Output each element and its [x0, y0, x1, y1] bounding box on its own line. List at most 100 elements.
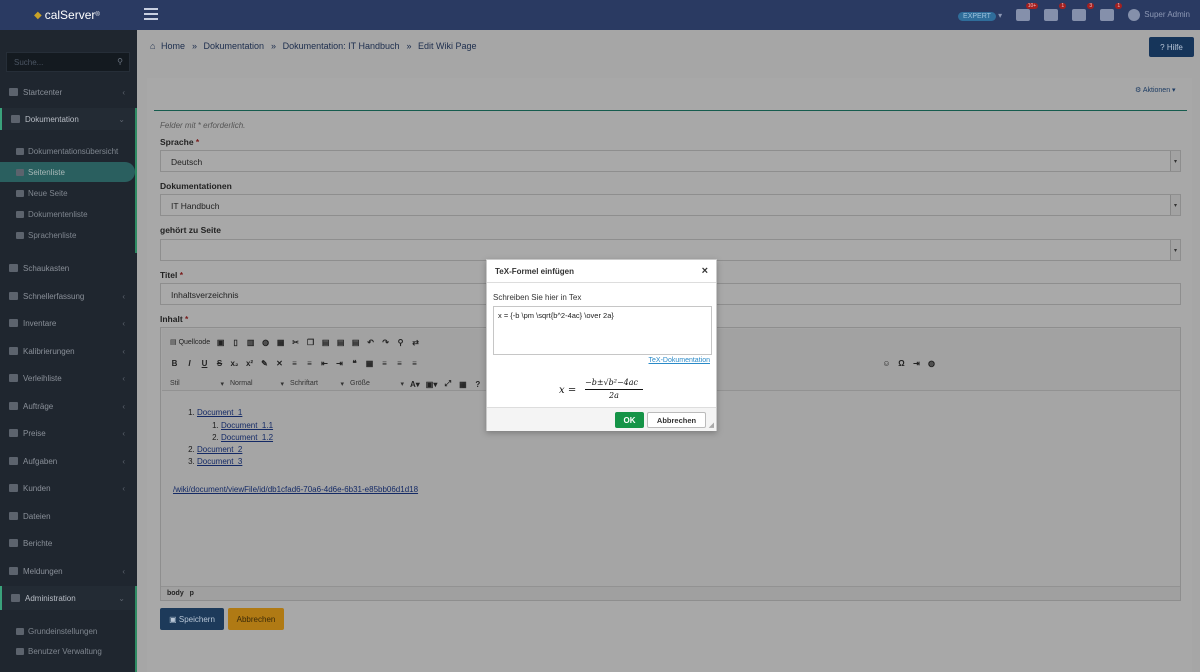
superscript-icon[interactable]: x²	[245, 359, 254, 368]
aktionen-dropdown[interactable]: ⚙ Aktionen ▾	[1135, 86, 1176, 94]
maximize-icon[interactable]: ⤢	[443, 379, 452, 389]
subscript-icon[interactable]: x₂	[230, 359, 239, 368]
sidebar-sub-neue-seite[interactable]: Neue Seite	[0, 186, 137, 200]
sidebar-item-dateien[interactable]: Dateien	[0, 508, 137, 524]
font-select[interactable]: Schriftart ▾	[290, 380, 344, 388]
editor-content[interactable]: Document_1 Document_1.1 Document_1.2 Doc…	[173, 408, 273, 469]
parent-page-select[interactable]: ▾	[160, 239, 1181, 261]
align-right-icon[interactable]: ≡	[410, 359, 419, 368]
bullet-list-icon[interactable]: ≡	[305, 359, 314, 368]
close-icon[interactable]: ×	[702, 265, 708, 277]
dokumentationen-select[interactable]: IT Handbuch ▾	[160, 194, 1181, 216]
align-left-icon[interactable]: ≡	[380, 359, 389, 368]
sidebar-item-preise[interactable]: Preise ‹	[0, 425, 137, 441]
cut-icon[interactable]: ✂	[291, 338, 300, 347]
div-icon[interactable]: ▦	[365, 359, 374, 368]
sidebar-item-startcenter[interactable]: Startcenter ‹	[0, 84, 137, 100]
text-color-icon[interactable]: A▾	[410, 380, 420, 389]
bold-icon[interactable]: B	[170, 359, 179, 368]
remove-format-icon[interactable]: ✎	[260, 359, 269, 368]
expert-dropdown[interactable]: EXPERT ▾	[958, 11, 1002, 21]
task-icon[interactable]: 1	[1100, 3, 1123, 21]
help-button[interactable]: ? Hilfe	[1149, 37, 1194, 57]
clear-icon[interactable]: ✕	[275, 359, 284, 368]
sidebar-sub-grundeinstellungen[interactable]: Grundeinstellungen	[0, 624, 137, 638]
sidebar-item-aufgaben[interactable]: Aufgaben ‹	[0, 453, 137, 469]
flag-icon[interactable]: 3	[1072, 3, 1095, 21]
menu-toggle-icon[interactable]	[144, 8, 158, 20]
breadcrumb-home[interactable]: Home	[161, 41, 185, 51]
underline-icon[interactable]: U	[200, 359, 209, 368]
undo-icon[interactable]: ↶	[366, 338, 375, 347]
italic-icon[interactable]: I	[185, 359, 194, 368]
tex-input[interactable]: x = {-b \pm \sqrt{b^2-4ac} \over 2a}	[493, 306, 712, 355]
user-menu[interactable]: Super Admin	[1128, 9, 1190, 21]
sidebar-sub-benutzer-verwaltung[interactable]: Benutzer Verwaltung	[0, 644, 137, 658]
source-button[interactable]: ▤ Quellcode	[170, 338, 210, 346]
sidebar-item-inventare[interactable]: Inventare ‹	[0, 315, 137, 331]
sidebar-item-berichte[interactable]: Berichte	[0, 535, 137, 551]
file-url-link[interactable]: /wiki/document/viewFile/id/db1cfad6-70a6…	[173, 485, 418, 494]
sidebar-sub-dokumentenliste[interactable]: Dokumentenliste	[0, 207, 137, 221]
doc-link[interactable]: Document_2	[197, 445, 242, 454]
outdent-icon[interactable]: ⇤	[320, 359, 329, 368]
about-icon[interactable]: ?	[473, 380, 482, 389]
sidebar-item-dokumentation[interactable]: Dokumentation ⌄	[0, 108, 137, 130]
sidebar-item-schnellerfassung[interactable]: Schnellerfassung ‹	[0, 288, 137, 304]
sidebar-sub-seitenliste[interactable]: Seitenliste	[0, 162, 135, 182]
save-icon[interactable]: ▣	[216, 338, 225, 347]
save-button[interactable]: ▣ Speichern	[160, 608, 224, 630]
smiley-icon[interactable]: ☺	[882, 359, 891, 368]
doc-link[interactable]: Document_1	[197, 408, 242, 417]
dialog-cancel-button[interactable]: Abbrechen	[647, 412, 706, 428]
pagebreak-icon[interactable]: ⇥	[912, 359, 921, 368]
ok-button[interactable]: OK	[615, 412, 644, 428]
path-p[interactable]: p	[190, 590, 194, 597]
doc-link[interactable]: Document_1.1	[221, 421, 273, 430]
iframe-icon[interactable]: ◍	[927, 359, 936, 368]
indent-icon[interactable]: ⇥	[335, 359, 344, 368]
new-page-icon[interactable]: ▯	[231, 338, 240, 347]
size-select[interactable]: Größe ▾	[350, 380, 404, 388]
copy-icon[interactable]: ❐	[306, 338, 315, 347]
sidebar-sub-dokumentationsuebersicht[interactable]: Dokumentationsübersicht	[0, 144, 137, 158]
preview-icon[interactable]: ▥	[246, 338, 255, 347]
app-logo[interactable]: ◆ calServer ®	[0, 0, 137, 30]
sidebar-item-meldungen[interactable]: Meldungen ‹	[0, 563, 137, 579]
omega-icon[interactable]: Ω	[897, 359, 906, 368]
paste-icon[interactable]: ▤	[321, 338, 330, 347]
numbered-list-icon[interactable]: ≡	[290, 359, 299, 368]
sprache-select[interactable]: Deutsch ▾	[160, 150, 1181, 172]
bell-icon[interactable]: 1	[1044, 3, 1067, 21]
template-icon[interactable]: ▦	[276, 338, 285, 347]
sidebar-search-input[interactable]: Suche... ⚲	[6, 52, 130, 72]
sidebar-item-kunden[interactable]: Kunden ‹	[0, 480, 137, 496]
sidebar-item-kalibrierungen[interactable]: Kalibrierungen ‹	[0, 343, 137, 359]
breadcrumb-it-handbuch[interactable]: Dokumentation: IT Handbuch	[283, 41, 400, 51]
show-blocks-icon[interactable]: ▦	[458, 380, 467, 389]
paste-word-icon[interactable]: ▤	[351, 338, 360, 347]
sidebar-item-schaukasten[interactable]: Schaukasten	[0, 260, 137, 276]
print-icon[interactable]: ◍	[261, 338, 270, 347]
redo-icon[interactable]: ↷	[381, 338, 390, 347]
mail-icon[interactable]: 10+	[1016, 3, 1039, 21]
style-select[interactable]: Stil ▾	[170, 380, 224, 388]
align-center-icon[interactable]: ≡	[395, 359, 404, 368]
path-body[interactable]: body	[167, 590, 184, 597]
strike-icon[interactable]: S	[215, 359, 224, 368]
breadcrumb-dokumentation[interactable]: Dokumentation	[204, 41, 265, 51]
format-select[interactable]: Normal ▾	[230, 380, 284, 388]
paste-text-icon[interactable]: ▤	[336, 338, 345, 347]
sidebar-sub-sprachenliste[interactable]: Sprachenliste	[0, 228, 137, 242]
tex-doc-link[interactable]: TeX-Dokumentation	[649, 357, 710, 364]
find-icon[interactable]: ⚲	[396, 338, 405, 347]
doc-link[interactable]: Document_1.2	[221, 433, 273, 442]
sidebar-item-verleihliste[interactable]: Verleihliste ‹	[0, 370, 137, 386]
bg-color-icon[interactable]: ▣▾	[426, 380, 438, 389]
replace-icon[interactable]: ⇄	[411, 338, 420, 347]
resize-grip-icon[interactable]: ◢	[709, 421, 714, 429]
sidebar-item-auftraege[interactable]: Aufträge ‹	[0, 398, 137, 414]
sidebar-item-administration[interactable]: Administration ⌄	[0, 586, 137, 610]
blockquote-icon[interactable]: ❝	[350, 359, 359, 368]
doc-link[interactable]: Document_3	[197, 457, 242, 466]
